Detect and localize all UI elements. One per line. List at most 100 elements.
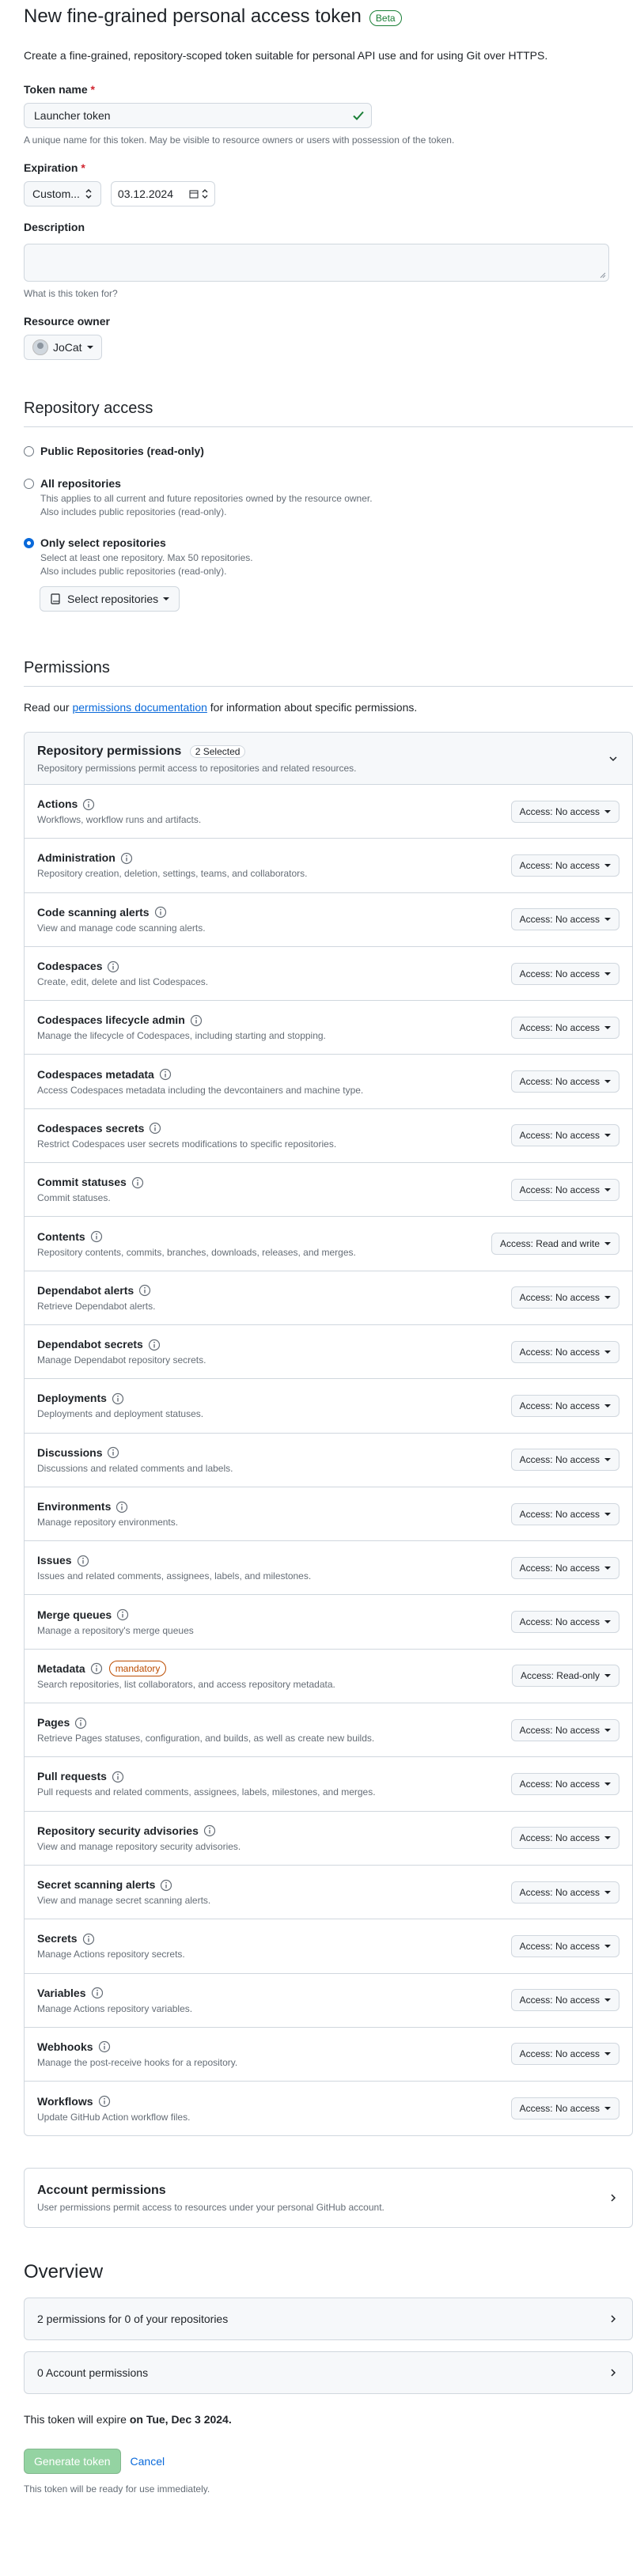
- info-icon[interactable]: [98, 2040, 111, 2053]
- info-icon[interactable]: [91, 1987, 104, 1999]
- overview-repo-permissions[interactable]: 2 permissions for 0 of your repositories: [24, 2298, 633, 2341]
- info-icon[interactable]: [131, 1176, 144, 1189]
- chevron-right-icon[interactable]: [607, 2366, 619, 2379]
- access-dropdown[interactable]: Access: No access: [510, 1772, 619, 1795]
- access-value: Access: Read and write: [499, 1238, 600, 1250]
- expiration-label: Expiration *: [24, 161, 85, 174]
- info-icon[interactable]: [116, 1501, 128, 1513]
- access-dropdown[interactable]: Access: No access: [510, 1881, 619, 1904]
- radio-input[interactable]: [24, 538, 34, 548]
- info-icon[interactable]: [107, 1446, 119, 1459]
- permission-desc: Discussions and related comments and lab…: [37, 1462, 233, 1474]
- radio-public[interactable]: Public Repositories (read-only): [24, 443, 633, 460]
- generate-token-button[interactable]: Generate token: [24, 2449, 121, 2475]
- permission-name-row: Dependabot secrets: [37, 1336, 161, 1353]
- info-icon[interactable]: [159, 1068, 172, 1081]
- access-dropdown[interactable]: Access: No access: [510, 908, 619, 931]
- radio-input[interactable]: [24, 446, 34, 456]
- info-icon[interactable]: [154, 906, 167, 919]
- permission-name-row: Codespaces secrets: [37, 1120, 161, 1137]
- description-textarea[interactable]: [24, 244, 609, 282]
- page-title: New fine-grained personal access token: [24, 6, 362, 27]
- repository-permissions-header[interactable]: Repository permissions 2 Selected Reposi…: [25, 733, 632, 785]
- access-dropdown[interactable]: Access: No access: [510, 1556, 619, 1579]
- access-dropdown[interactable]: Access: No access: [510, 1178, 619, 1201]
- access-value: Access: No access: [519, 1832, 600, 1844]
- access-dropdown[interactable]: Access: No access: [510, 1340, 619, 1363]
- radio-only-select[interactable]: Only select repositories Select at least…: [24, 535, 633, 578]
- permission-name: Codespaces lifecycle admin: [37, 1013, 185, 1027]
- access-dropdown[interactable]: Access: No access: [510, 1124, 619, 1147]
- info-icon[interactable]: [138, 1284, 151, 1297]
- permissions-docs-link[interactable]: permissions documentation: [72, 701, 206, 714]
- permission-info: Contents Repository contents, commits, br…: [37, 1229, 356, 1260]
- resize-handle-icon[interactable]: [600, 272, 606, 278]
- radio-input[interactable]: [24, 479, 34, 489]
- access-dropdown[interactable]: Access: No access: [510, 2097, 619, 2120]
- chevron-right-icon[interactable]: [607, 2313, 619, 2325]
- permission-name: Commit statuses: [37, 1176, 127, 1189]
- expiration-selected: Custom...: [32, 187, 80, 200]
- permission-row: Dependabot alerts Retrieve Dependabot ale…: [25, 1271, 632, 1325]
- permission-info: Codespaces Create, edit, delete and list …: [37, 958, 208, 989]
- expiration-select[interactable]: Custom...: [24, 181, 101, 206]
- info-icon[interactable]: [112, 1392, 124, 1405]
- info-icon[interactable]: [77, 1555, 89, 1567]
- permission-desc: Access Codespaces metadata including the…: [37, 1084, 364, 1096]
- repository-permissions-desc: Repository permissions permit access to …: [37, 762, 357, 774]
- access-dropdown[interactable]: Access: Read and write: [491, 1233, 619, 1256]
- radio-all-repositories[interactable]: All repositories This applies to all cur…: [24, 475, 633, 519]
- access-dropdown[interactable]: Access: No access: [510, 1286, 619, 1309]
- info-icon[interactable]: [107, 960, 119, 973]
- access-dropdown[interactable]: Access: No access: [510, 1934, 619, 1957]
- info-icon[interactable]: [148, 1339, 161, 1351]
- access-dropdown[interactable]: Access: No access: [510, 1827, 619, 1850]
- access-dropdown[interactable]: Access: No access: [510, 1394, 619, 1417]
- info-icon[interactable]: [82, 798, 95, 811]
- info-icon[interactable]: [116, 1608, 129, 1621]
- access-dropdown[interactable]: Access: No access: [510, 1611, 619, 1634]
- info-icon[interactable]: [160, 1879, 172, 1892]
- calendar-icon[interactable]: [189, 189, 199, 199]
- info-icon[interactable]: [90, 1230, 103, 1243]
- cancel-link[interactable]: Cancel: [131, 2453, 165, 2470]
- chevron-down-icon[interactable]: [607, 752, 619, 765]
- access-dropdown[interactable]: Access: No access: [510, 1070, 619, 1093]
- account-permissions-box[interactable]: Account permissions User permissions per…: [24, 2168, 633, 2229]
- permission-name: Secret scanning alerts: [37, 1878, 156, 1892]
- permission-row: Webhooks Manage the post-receive hooks fo…: [25, 2028, 632, 2082]
- info-icon[interactable]: [82, 1933, 95, 1945]
- permission-name: Codespaces secrets: [37, 1121, 145, 1135]
- info-icon[interactable]: [90, 1662, 103, 1675]
- updown-icon[interactable]: [202, 189, 208, 199]
- info-icon[interactable]: [120, 852, 133, 865]
- caret-down-icon: [604, 918, 611, 922]
- info-icon[interactable]: [149, 1122, 161, 1135]
- access-value: Access: No access: [519, 1184, 600, 1195]
- access-dropdown[interactable]: Access: No access: [510, 1502, 619, 1525]
- permission-desc: Manage Actions repository variables.: [37, 2002, 193, 2014]
- expiration-date-input[interactable]: 03.12.2024: [110, 181, 215, 206]
- info-icon[interactable]: [98, 2095, 111, 2108]
- caret-down-icon: [604, 1025, 611, 1029]
- info-icon[interactable]: [203, 1824, 216, 1837]
- token-name-input[interactable]: Launcher token: [24, 103, 372, 128]
- info-icon[interactable]: [190, 1014, 203, 1027]
- access-dropdown[interactable]: Access: No access: [510, 2043, 619, 2066]
- access-dropdown[interactable]: Access: No access: [510, 1449, 619, 1472]
- select-repositories-button[interactable]: Select repositories: [40, 586, 180, 612]
- access-dropdown[interactable]: Access: No access: [510, 962, 619, 985]
- overview-account-permissions[interactable]: 0 Account permissions: [24, 2351, 633, 2395]
- permission-info: Codespaces lifecycle admin Manage the lif…: [37, 1012, 326, 1043]
- access-dropdown[interactable]: Access: No access: [510, 854, 619, 877]
- access-value: Access: No access: [519, 1724, 600, 1736]
- resource-owner-select[interactable]: JoCat: [24, 335, 102, 360]
- access-dropdown[interactable]: Access: No access: [510, 1989, 619, 2012]
- access-dropdown[interactable]: Access: No access: [510, 800, 619, 823]
- info-icon[interactable]: [74, 1717, 87, 1729]
- info-icon[interactable]: [112, 1771, 124, 1783]
- access-dropdown[interactable]: Access: Read-only: [511, 1665, 619, 1688]
- access-dropdown[interactable]: Access: No access: [510, 1718, 619, 1741]
- access-dropdown[interactable]: Access: No access: [510, 1016, 619, 1039]
- chevron-right-icon[interactable]: [607, 2191, 619, 2204]
